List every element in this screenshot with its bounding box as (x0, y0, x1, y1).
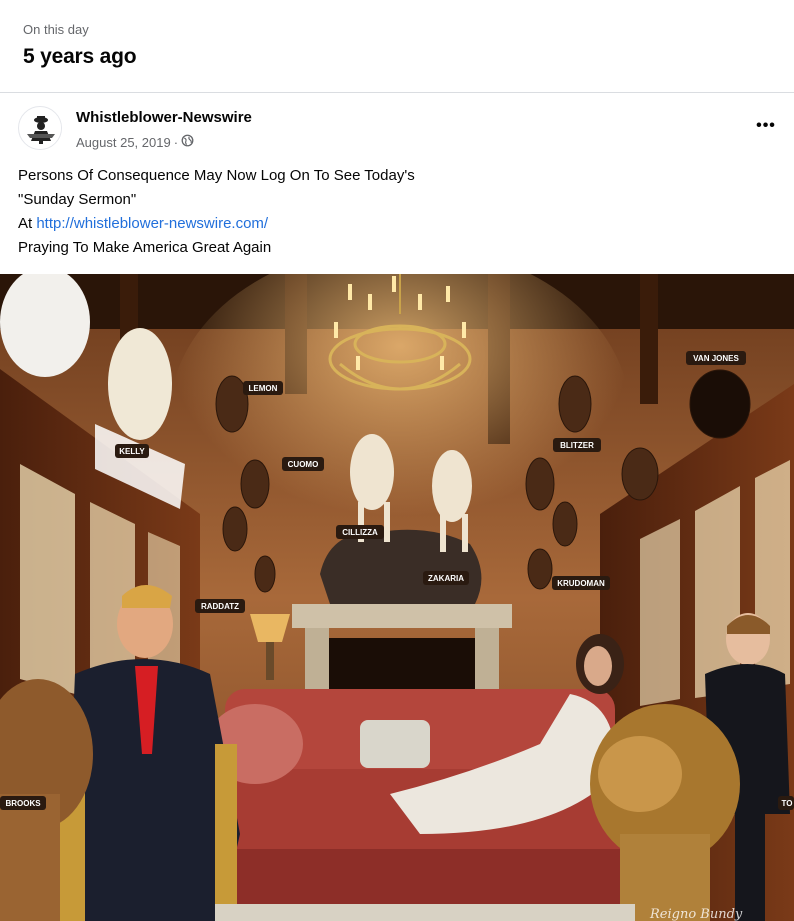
memory-title: 5 years ago (23, 45, 137, 68)
post-text-line-1: Persons Of Consequence May Now Log On To… (18, 167, 415, 184)
tag-cuomo-label: CUOMO (288, 460, 319, 469)
tag-brooks: BROOKS (0, 796, 46, 810)
post-text-at: At (18, 215, 37, 232)
post-text-line-4: Praying To Make America Great Again (18, 239, 272, 256)
avatar[interactable] (18, 106, 62, 150)
author-name[interactable]: Whistleblower-Newswire (76, 109, 252, 126)
memory-label: On this day (23, 22, 89, 37)
tag-van-jones-label: VAN JONES (693, 354, 739, 363)
tag-blitzer: BLITZER (553, 438, 601, 452)
post-header: Whistleblower-Newswire August 25, 2019 ·… (0, 100, 794, 160)
post-image-artwork: VAN JONES LEMON KELLY BLITZER CUOMO CILL… (0, 274, 794, 921)
tag-lemon-label: LEMON (249, 384, 278, 393)
tag-kurdoman: KRUDOMAN (552, 576, 610, 590)
post-date[interactable]: August 25, 2019 (76, 135, 171, 150)
tag-kelly: KELLY (115, 444, 149, 458)
tag-cillizza-label: CILLIZZA (342, 528, 378, 537)
tag-kurdoman-label: KRUDOMAN (557, 579, 605, 588)
post-image[interactable]: VAN JONES LEMON KELLY BLITZER CUOMO CILL… (0, 274, 794, 921)
tag-zakaria: ZAKARIA (423, 571, 469, 585)
post-text-line-3: At http://whistleblower-newswire.com/ (18, 212, 778, 236)
meta-separator: · (173, 134, 179, 150)
post-link[interactable]: http://whistleblower-newswire.com/ (36, 215, 268, 232)
globe-icon (181, 134, 194, 150)
post-text: Persons Of Consequence May Now Log On To… (18, 164, 778, 260)
fireplace (292, 604, 512, 690)
tag-lemon: LEMON (243, 381, 283, 395)
tag-raddatz-label: RADDATZ (201, 602, 239, 611)
tag-van-jones: VAN JONES (686, 351, 746, 365)
tag-kelly-label: KELLY (119, 447, 145, 456)
tag-zakaria-label: ZAKARIA (428, 574, 464, 583)
post-text-line-2: "Sunday Sermon" (18, 191, 137, 208)
artist-signature: Reigno Bundy (649, 907, 743, 921)
floor-rug (215, 904, 635, 921)
tag-cuomo: CUOMO (282, 457, 324, 471)
tag-edge-label: TO (782, 799, 793, 808)
tag-raddatz: RADDATZ (195, 599, 245, 613)
post-meta: August 25, 2019 · (76, 134, 194, 150)
tag-blitzer-label: BLITZER (560, 441, 594, 450)
memory-header: On this day 5 years ago (0, 0, 794, 93)
tag-edge: TO (778, 796, 794, 810)
tag-cillizza: CILLIZZA (336, 525, 384, 539)
more-options-icon[interactable]: ••• (752, 114, 780, 138)
tag-brooks-label: BROOKS (5, 799, 41, 808)
page-logo-icon (20, 108, 61, 149)
